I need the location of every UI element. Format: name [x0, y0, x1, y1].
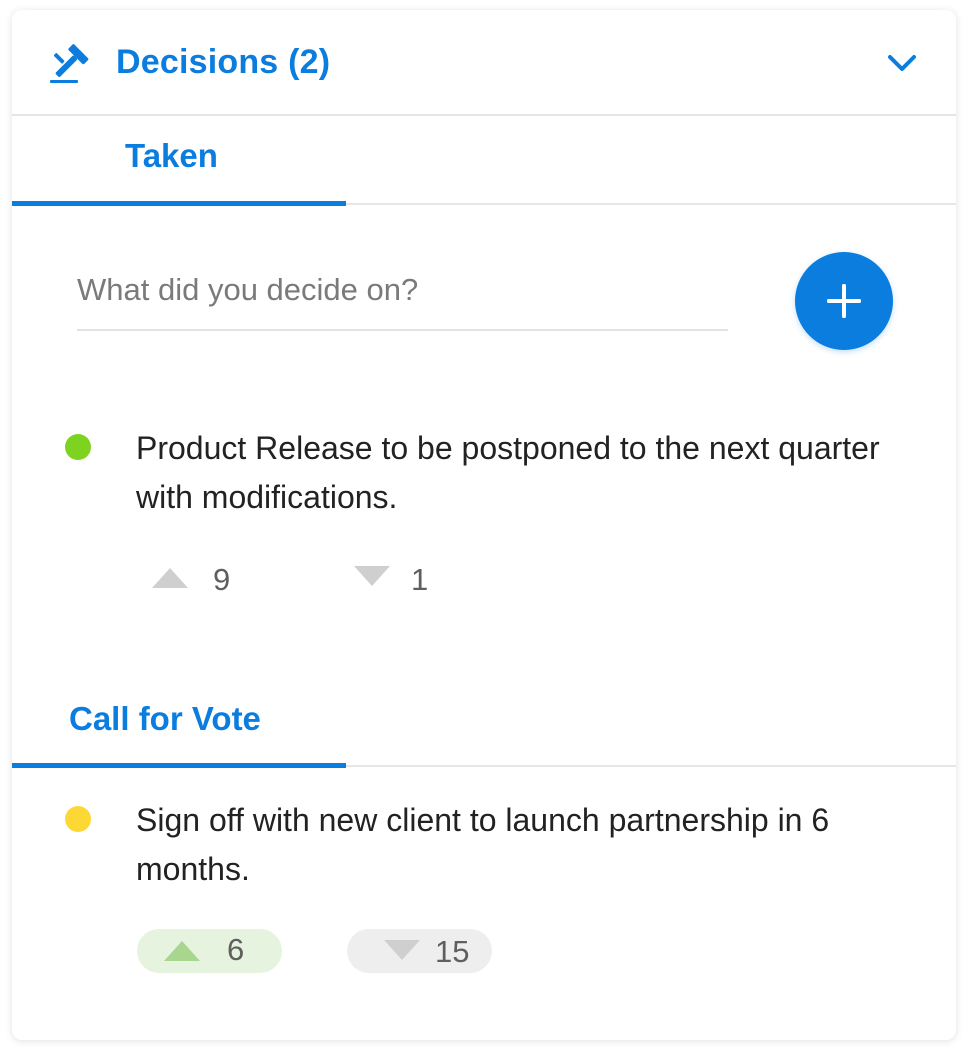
decisions-card: Decisions (2) Taken Product Release to b…: [12, 10, 956, 1040]
tab-taken-underline: [12, 201, 346, 206]
add-decision-button[interactable]: [795, 252, 893, 350]
gavel-icon: [50, 44, 89, 83]
downvote-count: 1: [411, 562, 429, 597]
decisions-header[interactable]: Decisions (2): [12, 10, 956, 116]
downvote-count: 15: [435, 934, 470, 969]
tab-divider: [346, 765, 956, 767]
status-dot: [65, 806, 91, 832]
downvote-button[interactable]: 1: [350, 558, 430, 602]
upvote-count: 9: [213, 562, 231, 597]
decision-input[interactable]: [77, 260, 728, 320]
tab-divider: [346, 203, 956, 205]
tab-taken-label: Taken: [125, 137, 218, 174]
plus-icon: [827, 284, 861, 318]
upvote-button[interactable]: 9: [148, 558, 231, 602]
status-dot: [65, 434, 91, 460]
triangle-up-icon: [164, 941, 200, 961]
tab-call-for-vote[interactable]: Call for Vote: [12, 678, 956, 768]
decision-text: Sign off with new client to launch partn…: [136, 802, 830, 887]
header-title: Decisions (2): [116, 43, 331, 81]
triangle-down-icon: [354, 566, 390, 586]
upvote-count: 6: [227, 932, 245, 967]
downvote-button[interactable]: 15: [347, 929, 492, 973]
tab-call-for-vote-underline: [12, 763, 346, 768]
decision-input-wrap: [77, 260, 728, 332]
tab-taken[interactable]: Taken: [12, 116, 956, 206]
input-underline: [77, 329, 728, 331]
triangle-down-icon: [384, 940, 420, 960]
chevron-down-icon[interactable]: [884, 50, 920, 76]
decision-text: Product Release to be postponed to the n…: [136, 430, 880, 515]
upvote-button[interactable]: 6: [137, 929, 282, 973]
triangle-up-icon: [152, 568, 188, 588]
tab-call-for-vote-label: Call for Vote: [69, 700, 261, 737]
